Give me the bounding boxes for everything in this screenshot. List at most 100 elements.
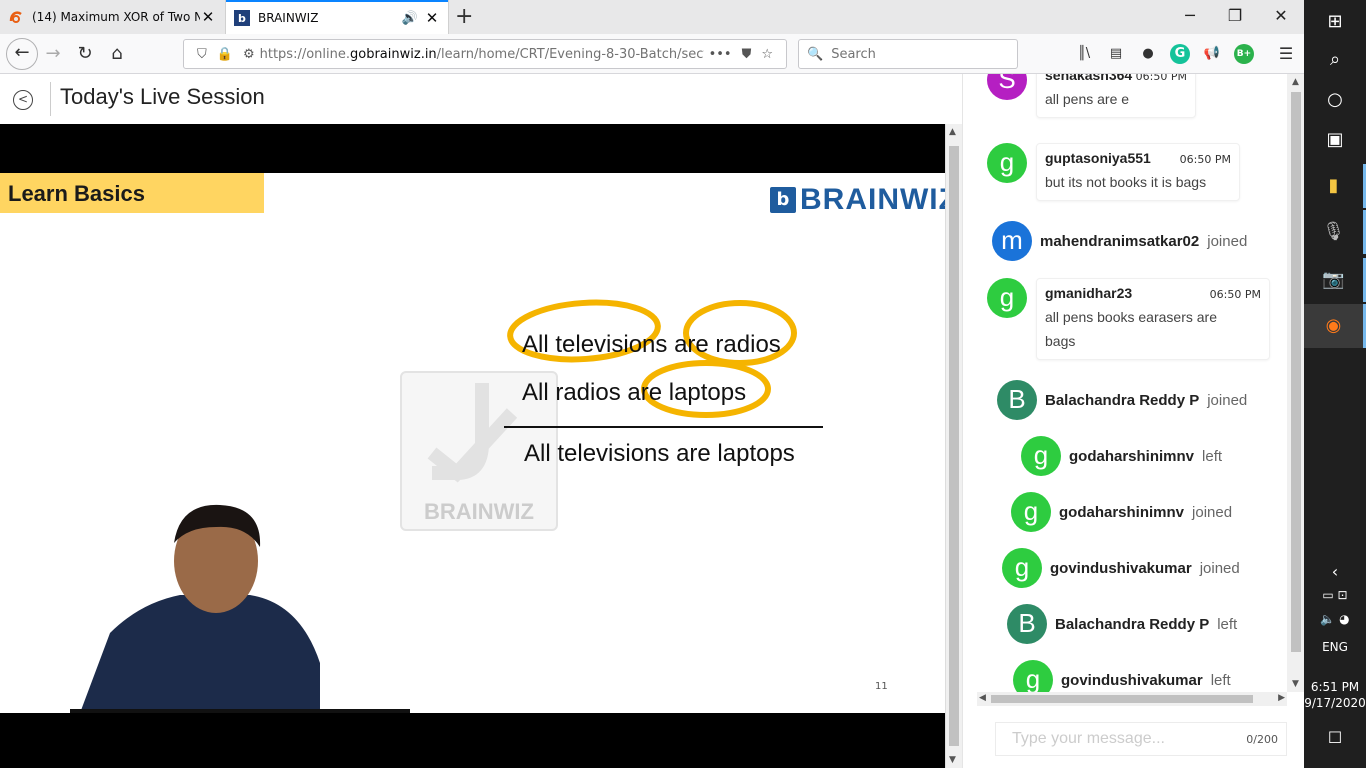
permissions-icon[interactable]: ⚙ [243,47,255,62]
restore-icon[interactable]: ❐ [1215,6,1255,25]
event-action: joined [1207,391,1248,409]
recorder-icon[interactable]: 🎙 [1304,210,1366,254]
event-action: left [1202,447,1223,465]
clock-time[interactable]: 6:51 PM [1304,680,1366,694]
close-window-icon[interactable]: ✕ [1261,6,1301,25]
avatar: g [1011,492,1051,532]
avatar: B [1007,604,1047,644]
scrollbar-thumb[interactable] [949,146,959,746]
premise-2: All radios are laptops [522,379,747,406]
chat-event: B Balachandra Reddy P left [1007,604,1237,644]
page-title: Today's Live Session [60,84,265,109]
address-bar[interactable]: ⛉ 🔒 ⚙ https://online.gobrainwiz.in/learn… [183,39,787,69]
avatar: B [997,380,1037,420]
shield-icon[interactable]: ⛉ [197,47,207,62]
conclusion: All televisions are laptops [524,440,795,467]
svg-text:b: b [238,12,246,25]
pocket-icon[interactable]: ⛊ [742,47,752,62]
home-icon[interactable]: ⌂ [104,42,130,66]
event-username: govindushivakumar [1061,671,1203,689]
scroll-down-arrow-icon[interactable]: ▼ [1292,679,1299,689]
navigation-toolbar: ← → ↻ ⌂ ⛉ 🔒 ⚙ https://online.gobrainwiz.… [0,34,1304,74]
scrollbar-thumb[interactable] [991,695,1253,703]
scrollbar-thumb[interactable] [1291,92,1301,652]
event-username: godaharshinimnv [1069,447,1195,465]
notifications-icon[interactable]: ☐ [1304,728,1366,747]
search-input[interactable]: 🔍 Search [798,39,1018,69]
tab-gfg[interactable]: (14) Maximum XOR of Two Nu ✕ [0,0,224,34]
tab-title: BRAINWIZ [258,11,319,25]
cortana-icon[interactable]: ○ [1304,78,1366,122]
chat-event: g godaharshinimnv left [1021,436,1222,476]
close-tab-icon[interactable]: ✕ [424,9,440,27]
scroll-up-arrow-icon[interactable]: ▲ [1292,77,1299,87]
event-username: Balachandra Reddy P [1055,615,1210,633]
avatar: g [987,278,1027,318]
chat-event: m mahendranimsatkar02 joined [992,221,1247,261]
url-text[interactable]: https://online.gobrainwiz.in/learn/home/… [260,47,704,62]
event-action: joined [1192,503,1233,521]
chat-horizontal-scrollbar[interactable]: ◀ ▶ [977,692,1287,706]
page-vertical-scrollbar[interactable]: ▲ ▼ [945,124,962,768]
live-video-player[interactable]: Learn Basics b BRAINWIZ BRAINWIZ All tel… [0,124,945,768]
speaker-icon[interactable]: 🔊 [402,11,418,26]
message-line: bags [1045,333,1076,349]
lock-icon[interactable]: 🔒 [217,47,233,62]
event-username: govindushivakumar [1050,559,1192,577]
reload-icon[interactable]: ↻ [72,42,98,66]
scroll-up-arrow-icon[interactable]: ▲ [949,127,956,137]
language-indicator[interactable]: ENG [1304,640,1366,654]
back-button[interactable]: ← [6,38,38,70]
chat-message-input[interactable] [1012,730,1247,748]
tray-expand-chevron-icon[interactable]: ‹ [1304,562,1366,581]
conclusion-rule [504,426,823,428]
event-username: godaharshinimnv [1059,503,1185,521]
highlight-ink-annotations [507,299,797,418]
chat-event: B Balachandra Reddy P joined [997,380,1247,420]
task-view-icon[interactable]: ▣ [1304,118,1366,162]
event-action: left [1217,615,1238,633]
browser-tab-bar: (14) Maximum XOR of Two Nu ✕ b BRAINWIZ … [0,0,1304,34]
watermark-text: BRAINWIZ [424,499,534,524]
account-icon[interactable]: ● [1138,44,1158,64]
scroll-down-arrow-icon[interactable]: ▼ [949,755,956,765]
bookmark-star-icon[interactable]: ☆ [761,47,773,62]
battery-network-icon[interactable]: ▭ ⊡ [1304,588,1366,602]
menu-icon[interactable]: ☰ [1276,44,1296,64]
firefox-icon[interactable]: ◉ [1304,304,1366,348]
chat-event: g godaharshinimnv joined [1011,492,1232,532]
message-text: all pens are e [1045,91,1130,107]
close-tab-icon[interactable]: ✕ [200,8,216,26]
file-explorer-icon[interactable]: ▮ [1304,164,1366,208]
avatar: S [987,74,1027,100]
back-circle-icon[interactable]: < [13,90,33,110]
sidebar-icon[interactable]: ▤ [1106,44,1126,64]
event-action: joined [1199,559,1240,577]
scroll-right-arrow-icon[interactable]: ▶ [1278,693,1285,703]
volume-icon[interactable]: 🔈 ◕ [1304,612,1366,626]
chat-vertical-scrollbar[interactable]: ▲ ▼ [1287,74,1305,692]
search-icon[interactable]: ⌕ [1304,38,1366,82]
clock-date[interactable]: 9/17/2020 [1304,696,1366,710]
new-tab-button[interactable]: + [455,4,473,29]
page-actions-icon[interactable]: ••• [709,47,732,62]
grammarly-icon[interactable]: G [1170,44,1190,64]
forward-button[interactable]: → [40,42,66,66]
scroll-left-arrow-icon[interactable]: ◀ [979,693,986,703]
event-username: mahendranimsatkar02 [1040,232,1200,250]
slide-heading: Learn Basics [0,173,264,213]
avatar: g [1021,436,1061,476]
windows-taskbar: ⊞ ⌕ ○ ▣ ▮ 🎙 📷 ◉ ‹ ▭ ⊡ 🔈 ◕ ENG 6:51 PM 9/… [1304,0,1366,768]
megaphone-icon[interactable]: 📢 [1202,44,1222,64]
extension-badge-icon[interactable]: B+ [1234,44,1254,64]
brainwiz-logo-mark: b [770,187,796,213]
library-icon[interactable]: ║\ [1074,44,1094,64]
message-time: 06:50 PM [1209,288,1261,301]
tab-brainwiz[interactable]: b BRAINWIZ 🔊 ✕ [226,0,448,34]
message-time: 06:50 PM [1135,74,1187,83]
chat-message-list[interactable]: S senakash364 06:50 PM all pens are e g … [977,74,1287,692]
brainwiz-icon: b [234,10,250,26]
search-placeholder: Search [831,46,876,62]
camera-app-icon[interactable]: 📷 [1304,258,1366,302]
minimize-icon[interactable]: ─ [1170,6,1210,25]
